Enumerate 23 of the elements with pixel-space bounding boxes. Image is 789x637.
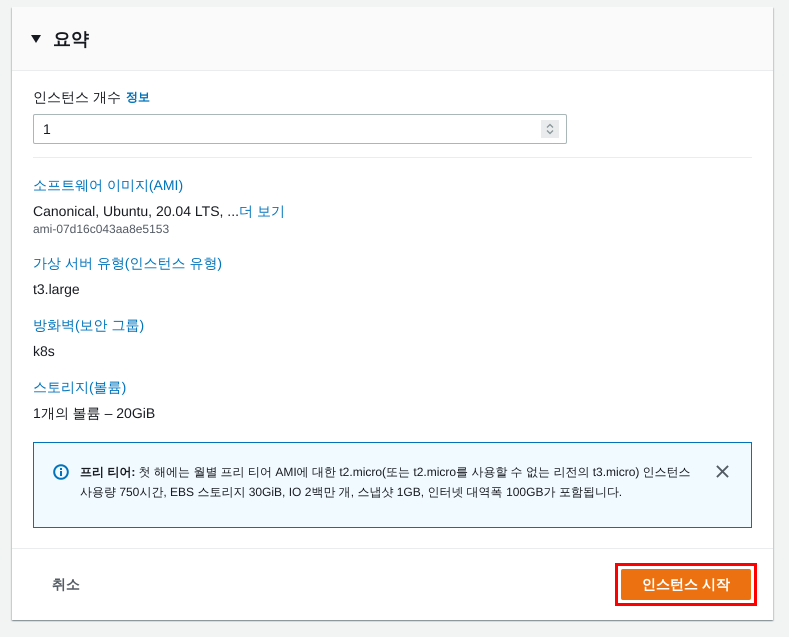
cancel-button[interactable]: 취소 xyxy=(42,572,90,598)
info-icon xyxy=(53,464,69,480)
launch-instance-button[interactable]: 인스턴스 시작 xyxy=(621,569,751,600)
close-button[interactable] xyxy=(716,465,729,478)
detail-value: Canonical, Ubuntu, 20.04 LTS, ... xyxy=(33,203,239,219)
detail-label: 스토리지(볼륨) xyxy=(33,378,126,397)
panel-title: 요약 xyxy=(53,28,89,50)
detail-label: 소프트웨어 이미지(AMI) xyxy=(33,176,184,195)
detail-value: 1개의 볼륨 – 20GiB xyxy=(33,405,156,421)
caret-icon[interactable] xyxy=(31,34,41,42)
close-icon xyxy=(716,465,729,478)
info-link[interactable]: 정보 xyxy=(126,87,150,107)
more-link[interactable]: 더 보기 xyxy=(238,203,285,219)
number-input-field[interactable]: 1 xyxy=(33,114,567,144)
detail-label: 가상 서버 유형(인스턴스 유형) xyxy=(33,254,222,273)
stepper-icon[interactable] xyxy=(541,120,559,138)
ami-id: ami-07d16c043aa8e5153 xyxy=(33,221,170,237)
detail-value: k8s xyxy=(33,343,55,359)
alert-message: 프리 티어: 첫 해에는 월별 프리 티어 AMI에 대한 t2.micro(또는 t2.micro를 사용할 수 없는 리전의 t3.micro) 인스턴스 사용량 750시간, EBS 스토리지 30GiB, IO 2백만 개, 스냅샷 1GB, 인터넷 대역폭 100GB가 포함됩니다. xyxy=(80,464,692,501)
detail-value: t3.large xyxy=(33,281,80,297)
detail-label: 방화벽(보안 그룹) xyxy=(33,316,144,335)
field-label: 인스턴스 개수 xyxy=(33,88,121,107)
input-value: 1 xyxy=(43,121,51,137)
